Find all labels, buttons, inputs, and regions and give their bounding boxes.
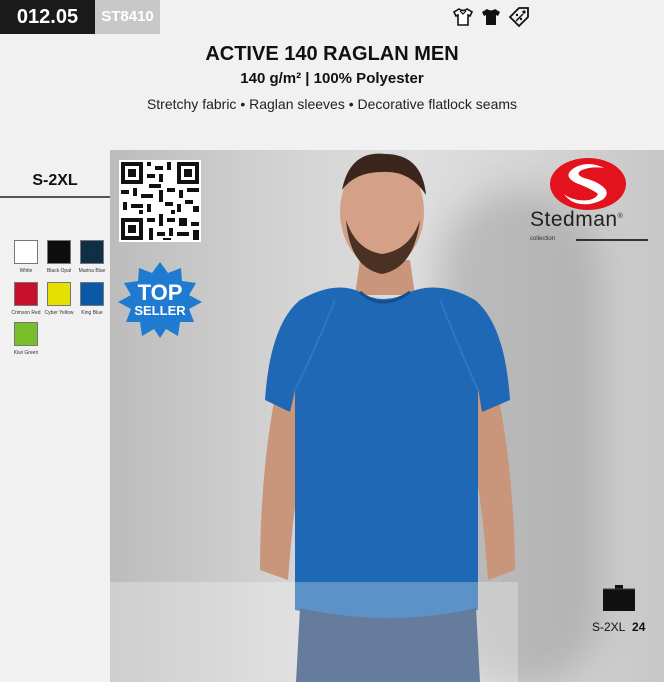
- color-swatch: [47, 282, 71, 306]
- color-swatch: [14, 240, 38, 264]
- discount-tag-icon: [508, 6, 530, 28]
- left-panel: [0, 150, 110, 682]
- badge-text: TOP SELLER: [118, 282, 202, 318]
- color-swatch: [14, 322, 38, 346]
- badge-line-top: TOP: [137, 280, 183, 305]
- tshirt-outline-icon: [452, 6, 474, 28]
- color-swatch: [14, 282, 38, 306]
- brand-sub: collection: [530, 236, 556, 242]
- tshirt-solid-icon: [480, 6, 502, 28]
- swatch-label: Cyber Yellow: [44, 310, 74, 316]
- qr-code: [119, 160, 201, 242]
- product-title: ACTIVE 140 RAGLAN MEN: [205, 43, 459, 65]
- product-spec: 140 g/m² | 100% Polyester: [240, 70, 424, 87]
- photo-overlay: [110, 582, 518, 682]
- color-swatch: [80, 240, 104, 264]
- packaging-info: S-2XL 24: [592, 620, 646, 634]
- swatch-label: White: [19, 268, 33, 274]
- swatch-label: Crimson Red: [11, 310, 41, 316]
- brand-underline: [576, 239, 648, 241]
- color-swatch: [80, 282, 104, 306]
- swatch-label: Marina Blue: [78, 268, 106, 274]
- divider: [0, 196, 110, 198]
- swatch-label: King Blue: [81, 310, 103, 316]
- badge-line-seller: SELLER: [134, 303, 186, 318]
- sku-code: ST8410: [95, 0, 160, 34]
- carton-box-icon: [603, 585, 635, 611]
- header-icons: [452, 6, 530, 28]
- brand-name: Stedman®: [530, 208, 624, 231]
- product-features: Stretchy fabric • Raglan sleeves • Decor…: [146, 96, 518, 112]
- stedman-logo-icon: [550, 158, 626, 210]
- swatch-label: Kiwi Green: [13, 350, 39, 356]
- product-code: 012.05: [0, 0, 95, 34]
- color-swatch: [47, 240, 71, 264]
- size-range: S-2XL: [32, 172, 78, 189]
- swatch-label: Black Opal: [46, 268, 72, 274]
